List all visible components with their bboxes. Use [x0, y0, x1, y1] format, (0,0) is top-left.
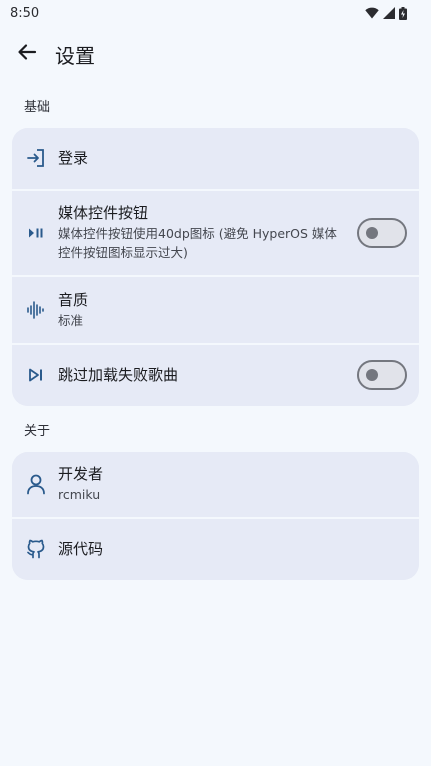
skip-failed-switch[interactable] [357, 360, 407, 390]
section-header-about: 关于 [24, 424, 51, 439]
back-button[interactable] [7, 34, 47, 74]
signal-icon [383, 7, 395, 19]
skip-failed-title: 跳过加载失败歌曲 [58, 366, 179, 384]
developer-item[interactable]: 开发者 rcmiku [12, 452, 419, 517]
section-header-basic: 基础 [24, 100, 51, 115]
login-title: 登录 [58, 149, 89, 167]
skip-failed-item[interactable]: 跳过加载失败歌曲 [12, 345, 419, 406]
audio-wave-icon [24, 298, 48, 322]
play-pause-icon [24, 221, 48, 245]
source-code-title: 源代码 [58, 540, 104, 558]
media-controls-item[interactable]: 媒体控件按钮 媒体控件按钮使用40dp图标 (避免 HyperOS 媒体控件按钮… [12, 191, 419, 275]
app-bar: 设置 [0, 30, 431, 78]
developer-name: rcmiku [58, 487, 101, 502]
switch-knob [366, 369, 378, 381]
wifi-icon [365, 7, 379, 19]
switch-knob [366, 227, 378, 239]
page-title: 设置 [55, 43, 95, 68]
status-bar: 8:50 [0, 0, 431, 26]
media-controls-subtitle: 媒体控件按钮使用40dp图标 (避免 HyperOS 媒体控件按钮图标显示过大) [58, 226, 337, 260]
basic-settings-card: 登录 媒体控件按钮 媒体控件按钮使用40dp图标 (避免 HyperOS 媒体控… [12, 128, 419, 406]
status-time: 8:50 [10, 5, 40, 21]
developer-title: 开发者 [58, 465, 104, 483]
status-icons [365, 6, 407, 20]
battery-charging-icon [399, 6, 407, 20]
media-controls-title: 媒体控件按钮 [58, 204, 149, 222]
source-code-item[interactable]: 源代码 [12, 519, 419, 580]
login-icon [24, 146, 48, 170]
audio-quality-value: 标准 [58, 313, 84, 328]
github-icon [24, 537, 48, 561]
about-card: 开发者 rcmiku 源代码 [12, 452, 419, 580]
person-icon [24, 472, 48, 496]
arrow-back-icon [17, 42, 37, 66]
media-controls-switch[interactable] [357, 218, 407, 248]
skip-next-icon [24, 363, 48, 387]
audio-quality-title: 音质 [58, 291, 89, 309]
audio-quality-item[interactable]: 音质 标准 [12, 277, 419, 343]
login-item[interactable]: 登录 [12, 128, 419, 189]
